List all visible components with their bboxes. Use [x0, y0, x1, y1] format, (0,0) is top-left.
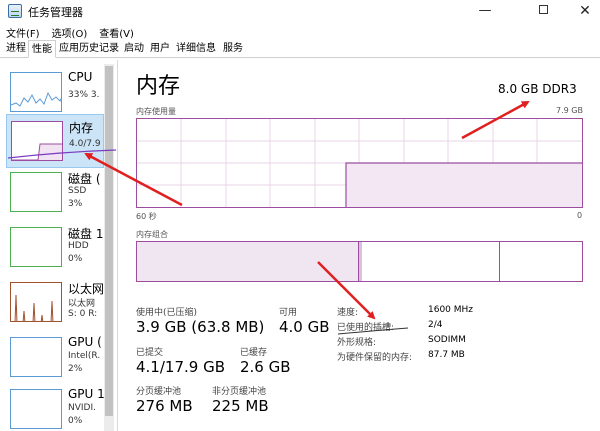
- in-use-segment: [137, 242, 359, 281]
- usage-axis-left: 60 秒: [136, 212, 157, 221]
- task-manager-app-icon: [8, 4, 22, 18]
- available-value: 4.0 GB: [279, 318, 330, 336]
- usage-axis-right: 0: [577, 211, 583, 220]
- menu-options[interactable]: 选项(O): [46, 22, 94, 40]
- slots-value: 2/4: [428, 320, 443, 330]
- sidebar-item-cpu[interactable]: CPU 33% 3.: [6, 66, 104, 120]
- tab-details[interactable]: 详细信息: [173, 40, 219, 58]
- standby-divider: [499, 242, 500, 281]
- cached-label: 已缓存: [240, 348, 268, 358]
- menu-view[interactable]: 查看(V): [93, 22, 140, 40]
- maximize-icon: [538, 5, 548, 14]
- sidebar-item-label: 磁盘 (: [68, 172, 101, 186]
- scrollbar-thumb[interactable]: [105, 66, 113, 416]
- tab-processes[interactable]: 进程: [3, 40, 29, 58]
- tab-startup[interactable]: 启动: [121, 40, 147, 58]
- available-label: 可用: [279, 308, 298, 318]
- disk-thumbnail-graph: [10, 227, 62, 267]
- usage-graph-label: 内存使用量: [136, 107, 176, 116]
- speed-value: 1600 MHz: [428, 305, 474, 315]
- sidebar-item-label: 内存: [69, 121, 94, 135]
- modified-segment: [359, 242, 362, 281]
- window-title: 任务管理器: [28, 6, 83, 19]
- tab-app-history[interactable]: 应用历史记录: [56, 40, 122, 58]
- in-use-label: 使用中(已压缩): [136, 308, 198, 318]
- tab-services[interactable]: 服务: [220, 40, 246, 58]
- sidebar-item-disk-0[interactable]: 磁盘 ( SSD 3%: [6, 166, 104, 220]
- sidebar-item-memory[interactable]: 内存 4.0/7.9: [6, 114, 104, 168]
- slots-label: 已使用的插槽:: [337, 323, 395, 333]
- maximize-button[interactable]: [520, 0, 566, 22]
- sidebar-item-detail: SSD: [68, 186, 87, 196]
- menu-bar: 文件(F) 选项(O) 查看(V): [0, 22, 140, 40]
- sidebar-item-label: GPU (: [68, 335, 102, 349]
- cpu-thumbnail-graph: [10, 72, 62, 112]
- sidebar-item-ethernet[interactable]: 以太网 以太网 S: 0 R:: [6, 276, 104, 330]
- memory-usage-plot: [137, 119, 582, 207]
- sidebar-item-label: 以太网: [68, 282, 105, 296]
- sidebar-item-gpu-0[interactable]: GPU ( Intel(R. 2%: [6, 331, 104, 385]
- page-title: 内存: [136, 74, 181, 99]
- sidebar-item-gpu-1[interactable]: GPU 1 NVIDI. 0%: [6, 383, 105, 431]
- paged-pool-value: 276 MB: [136, 397, 193, 415]
- paged-pool-label: 分页缓冲池: [136, 387, 182, 397]
- sidebar-item-detail: 以太网: [68, 299, 96, 309]
- menu-file[interactable]: 文件(F): [0, 22, 46, 40]
- sidebar-item-usage: S: 0 R:: [68, 309, 98, 319]
- ethernet-thumbnail-graph: [10, 282, 62, 322]
- sidebar-item-usage: 3%: [68, 199, 83, 209]
- gpu-thumbnail-graph: [10, 337, 62, 377]
- sidebar-scrollbar[interactable]: [104, 64, 114, 431]
- composition-graph-label: 内存组合: [136, 230, 168, 239]
- minimize-button[interactable]: —: [462, 0, 508, 22]
- sidebar-item-label: GPU 1: [68, 387, 105, 401]
- usage-graph-max: 7.9 GB: [556, 106, 583, 115]
- sidebar-item-usage: 0%: [68, 416, 83, 426]
- tab-strip: 进程 性能 应用历史记录 启动 用户 详细信息 服务: [0, 40, 600, 58]
- sidebar-item-detail: HDD: [68, 241, 89, 251]
- sidebar-item-usage: 2%: [68, 364, 83, 374]
- nonpaged-pool-value: 225 MB: [212, 397, 269, 415]
- form-factor-label: 外形规格:: [337, 338, 377, 348]
- sidebar-item-detail: 4.0/7.9: [69, 139, 101, 149]
- close-button[interactable]: ✕: [562, 0, 600, 22]
- nonpaged-pool-label: 非分页缓冲池: [212, 387, 267, 397]
- in-use-value: 3.9 GB (63.8 MB): [136, 318, 265, 336]
- title-bar: 任务管理器 — ✕: [0, 0, 600, 22]
- cached-value: 2.6 GB: [240, 358, 291, 376]
- sidebar-item-label: 磁盘 1: [68, 227, 104, 241]
- hardware-reserved-label: 为硬件保留的内存:: [337, 353, 413, 363]
- committed-value: 4.1/17.9 GB: [136, 358, 225, 376]
- sidebar-item-usage: 0%: [68, 254, 83, 264]
- memory-usage-graph: [136, 118, 583, 208]
- tab-users[interactable]: 用户: [147, 40, 173, 58]
- sidebar-item-detail: Intel(R.: [68, 351, 101, 361]
- form-factor-value: SODIMM: [428, 335, 466, 345]
- gpu-thumbnail-graph: [10, 389, 62, 429]
- hardware-reserved-value: 87.7 MB: [428, 350, 465, 360]
- speed-label: 速度:: [337, 308, 359, 318]
- sidebar-item-disk-1[interactable]: 磁盘 1 HDD 0%: [6, 221, 104, 275]
- sidebar-item-detail: NVIDI.: [68, 403, 96, 413]
- sidebar-item-label: CPU: [68, 70, 93, 84]
- sidebar-item-detail: 33% 3.: [68, 90, 100, 100]
- memory-spec: 8.0 GB DDR3: [498, 82, 577, 96]
- tab-performance[interactable]: 性能: [28, 40, 56, 58]
- committed-label: 已提交: [136, 348, 164, 358]
- memory-thumbnail-graph: [11, 121, 63, 161]
- memory-composition-bar: [136, 241, 583, 282]
- disk-thumbnail-graph: [10, 172, 62, 212]
